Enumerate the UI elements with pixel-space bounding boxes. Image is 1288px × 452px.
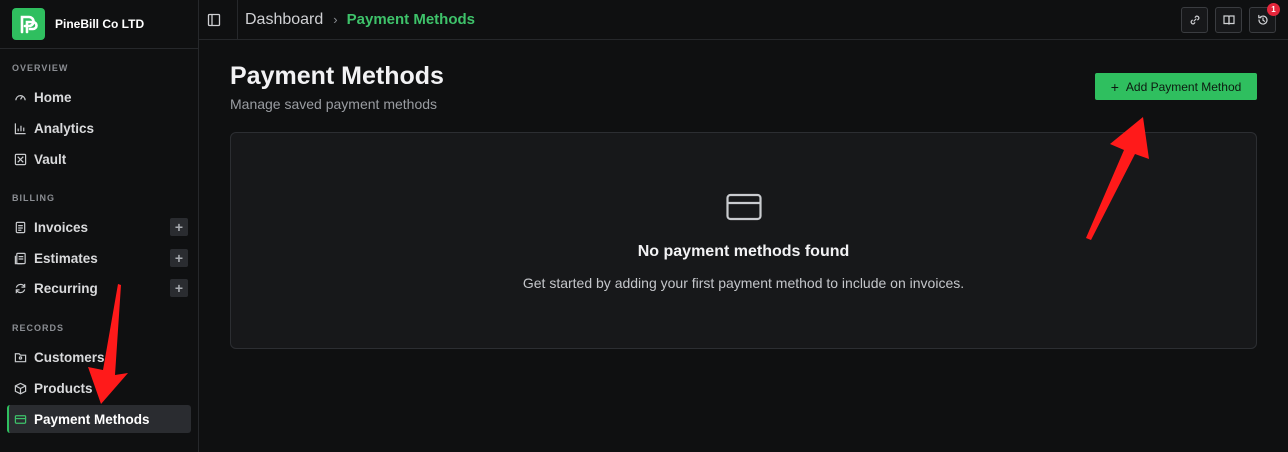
empty-state-title: No payment methods found [637, 243, 850, 260]
section-title-records: RECORDS [12, 323, 65, 333]
invoice-icon [14, 221, 27, 234]
breadcrumb-separator: › [333, 12, 338, 27]
credit-card-icon [726, 193, 762, 221]
add-invoice-button[interactable]: + [170, 218, 188, 236]
page-subtitle: Manage saved payment methods [230, 96, 438, 112]
history-button[interactable]: 1 [1249, 3, 1280, 33]
gauge-icon [14, 91, 27, 104]
package-icon [14, 382, 27, 395]
notification-badge: 1 [1267, 3, 1280, 16]
sidebar-item-invoices[interactable]: Invoices + [7, 213, 191, 241]
sidebar-item-label: Analytics [34, 120, 95, 136]
credit-card-icon [14, 413, 27, 426]
sidebar: PineBill Co LTD OVERVIEW Home Analytics … [0, 0, 199, 452]
empty-state-description: Get started by adding your first payment… [522, 275, 965, 291]
page-title: Payment Methods [230, 62, 444, 90]
brand-logo-icon [12, 8, 45, 40]
link-button[interactable] [1181, 7, 1208, 33]
bar-chart-icon [14, 122, 27, 135]
history-icon [1257, 14, 1269, 26]
sidebar-item-label: Vault [34, 151, 67, 167]
breadcrumb-dashboard-link[interactable]: Dashboard [245, 11, 323, 29]
sidebar-item-products[interactable]: Products [7, 374, 191, 402]
add-payment-method-label: Add Payment Method [1125, 79, 1242, 94]
sidebar-item-label: Invoices [34, 219, 89, 235]
docs-button[interactable] [1215, 7, 1242, 33]
breadcrumb: Dashboard › Payment Methods [238, 11, 475, 29]
book-icon [1222, 14, 1235, 26]
sidebar-item-analytics[interactable]: Analytics [7, 114, 191, 142]
sidebar-item-label: Recurring [34, 280, 98, 296]
section-title-overview: OVERVIEW [12, 63, 69, 73]
breadcrumb-current: Payment Methods [346, 11, 475, 28]
brand[interactable]: PineBill Co LTD [0, 0, 198, 49]
folder-users-icon [14, 351, 27, 364]
empty-state-card: No payment methods found Get started by … [230, 132, 1257, 349]
topbar-actions: 1 [1181, 3, 1280, 33]
sidebar-toggle-icon[interactable] [207, 13, 221, 27]
add-recurring-button[interactable]: + [170, 279, 188, 297]
sidebar-item-label: Customers [34, 349, 105, 365]
sidebar-item-label: Payment Methods [34, 411, 150, 427]
sidebar-item-home[interactable]: Home [7, 83, 191, 111]
sidebar-item-label: Estimates [34, 250, 98, 266]
sidebar-item-recurring[interactable]: Recurring + [7, 274, 191, 302]
plus-icon: + [1110, 78, 1119, 95]
section-title-billing: BILLING [12, 193, 55, 203]
sidebar-item-payment-methods[interactable]: Payment Methods [7, 405, 191, 433]
sidebar-item-customers[interactable]: Customers [7, 343, 191, 371]
add-estimate-button[interactable]: + [170, 249, 188, 267]
sidebar-item-label: Home [34, 89, 72, 105]
link-icon [1189, 14, 1201, 26]
sidebar-item-estimates[interactable]: Estimates + [7, 244, 191, 272]
brand-name: PineBill Co LTD [55, 17, 145, 31]
sidebar-item-label: Products [34, 380, 93, 396]
add-payment-method-button[interactable]: + Add Payment Method [1095, 73, 1257, 100]
estimate-icon [14, 252, 27, 265]
topbar: Dashboard › Payment Methods 1 [199, 0, 1288, 40]
vault-icon [14, 153, 27, 166]
recurring-icon [14, 282, 27, 295]
sidebar-item-vault[interactable]: Vault [7, 145, 191, 173]
